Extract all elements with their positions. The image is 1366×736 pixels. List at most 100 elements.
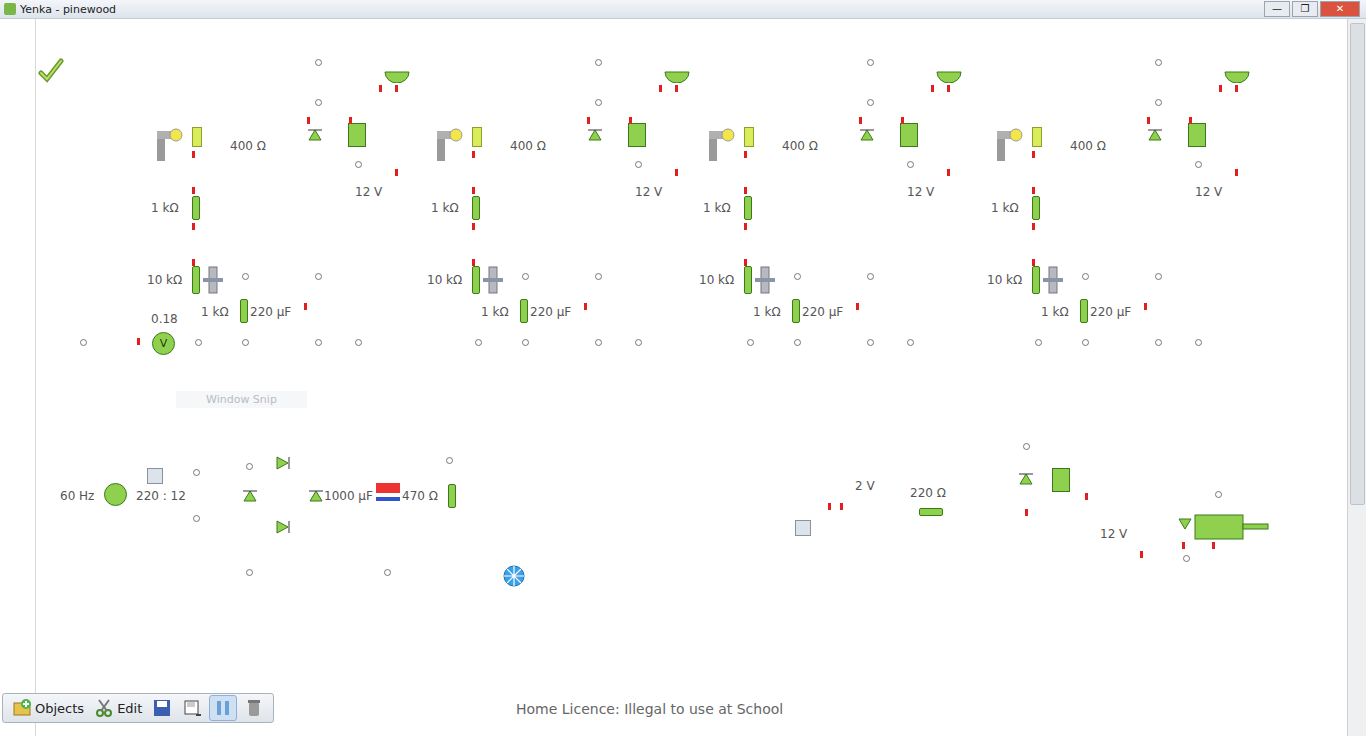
base-resistor[interactable] (192, 196, 200, 220)
timer-resistor[interactable] (792, 299, 800, 323)
terminal[interactable] (1195, 339, 1202, 346)
connector-pin[interactable] (395, 85, 398, 92)
diode-icon[interactable] (276, 520, 290, 534)
motor-resistor[interactable] (919, 508, 943, 516)
terminal[interactable] (522, 273, 529, 280)
globe-icon[interactable] (503, 565, 525, 587)
connector-pin[interactable] (137, 338, 140, 345)
window-control[interactable]: ❐ (1292, 1, 1318, 17)
connector-pin[interactable] (472, 187, 475, 194)
buzzer-icon[interactable] (664, 71, 690, 83)
connector-pin[interactable] (859, 117, 862, 124)
connector-pin[interactable] (629, 117, 632, 124)
window-control[interactable]: ✕ (1320, 1, 1360, 17)
relay[interactable] (1052, 468, 1070, 492)
terminal[interactable] (635, 339, 642, 346)
terminal[interactable] (80, 339, 87, 346)
capacitor-pin[interactable] (856, 303, 859, 310)
connector-pin[interactable] (1189, 117, 1192, 124)
terminal[interactable] (315, 339, 322, 346)
connector-pin[interactable] (1032, 259, 1035, 266)
terminal[interactable] (355, 339, 362, 346)
connector-pin[interactable] (1032, 151, 1035, 158)
vertical-scrollbar[interactable] (1347, 19, 1366, 736)
diode-icon[interactable] (309, 490, 323, 502)
save-button[interactable] (149, 696, 175, 720)
terminal[interactable] (867, 339, 874, 346)
transistor-icon[interactable] (481, 265, 507, 295)
trash-button[interactable] (241, 696, 267, 720)
terminal[interactable] (446, 457, 453, 464)
connector-pin[interactable] (744, 259, 747, 266)
connector-pin[interactable] (1140, 551, 1143, 558)
potentiometer[interactable] (744, 266, 752, 294)
terminal[interactable] (315, 59, 322, 66)
connector-pin[interactable] (947, 169, 950, 176)
terminal[interactable] (1023, 443, 1030, 450)
transistor-icon[interactable] (201, 265, 227, 295)
connector-pin[interactable] (744, 187, 747, 194)
terminal[interactable] (635, 161, 642, 168)
connector-pin[interactable] (587, 117, 590, 124)
scrollbar-thumb[interactable] (1350, 23, 1365, 505)
lamp-bulb[interactable] (472, 127, 482, 147)
lamp-icon[interactable] (995, 123, 1023, 163)
terminal[interactable] (747, 339, 754, 346)
terminal[interactable] (1195, 161, 1202, 168)
capacitor-pin[interactable] (304, 303, 307, 310)
connector-pin[interactable] (675, 85, 678, 92)
transistor-icon[interactable] (753, 265, 779, 295)
ac-source[interactable] (104, 483, 127, 506)
connector-pin[interactable] (1032, 187, 1035, 194)
terminal[interactable] (522, 339, 529, 346)
connector-pin[interactable] (1212, 542, 1215, 549)
pause-button[interactable] (209, 695, 237, 721)
timer-resistor[interactable] (240, 299, 248, 323)
terminal[interactable] (1082, 273, 1089, 280)
connector-pin[interactable] (395, 169, 398, 176)
buzzer-icon[interactable] (1224, 71, 1250, 83)
diode-icon[interactable] (1148, 129, 1162, 141)
timer-resistor[interactable] (520, 299, 528, 323)
circuit-canvas[interactable]: 400 Ω 12 V 1 kΩ 10 kΩ 1 kΩ 220 µF 400 Ω … (36, 19, 1347, 736)
connector-pin[interactable] (659, 85, 662, 92)
relay[interactable] (900, 123, 918, 147)
connector-pin[interactable] (1085, 493, 1088, 500)
terminal[interactable] (1155, 99, 1162, 106)
lamp-bulb[interactable] (1032, 127, 1042, 147)
connector-pin[interactable] (1032, 223, 1035, 230)
connector-pin[interactable] (379, 85, 382, 92)
diode-icon[interactable] (588, 129, 602, 141)
terminal[interactable] (907, 161, 914, 168)
connector-pin[interactable] (840, 503, 843, 510)
terminal[interactable] (595, 273, 602, 280)
connector-pin[interactable] (192, 151, 195, 158)
connector-pin[interactable] (675, 169, 678, 176)
capacitor-pin[interactable] (584, 303, 587, 310)
terminal[interactable] (867, 59, 874, 66)
connector-pin[interactable] (744, 151, 747, 158)
relay[interactable] (1188, 123, 1206, 147)
connector-pin[interactable] (192, 259, 195, 266)
window-control[interactable]: — (1264, 1, 1290, 17)
terminal[interactable] (384, 569, 391, 576)
terminal[interactable] (1215, 491, 1222, 498)
voltmeter[interactable]: V (152, 332, 175, 355)
lamp-icon[interactable] (707, 123, 735, 163)
edit-button[interactable]: Edit (91, 696, 145, 720)
connector-pin[interactable] (472, 223, 475, 230)
connector-pin[interactable] (1182, 542, 1185, 549)
relay[interactable] (628, 123, 646, 147)
diode-icon[interactable] (1019, 473, 1033, 485)
connector-pin[interactable] (1147, 117, 1150, 124)
terminal[interactable] (1155, 59, 1162, 66)
terminal[interactable] (193, 515, 200, 522)
objects-button[interactable]: Objects (9, 696, 87, 720)
terminal[interactable] (595, 339, 602, 346)
diode-icon[interactable] (276, 456, 290, 470)
timer-resistor[interactable] (1080, 299, 1088, 323)
terminal[interactable] (475, 339, 482, 346)
connector-pin[interactable] (744, 223, 747, 230)
terminal[interactable] (1082, 339, 1089, 346)
tick-icon[interactable] (38, 57, 64, 83)
